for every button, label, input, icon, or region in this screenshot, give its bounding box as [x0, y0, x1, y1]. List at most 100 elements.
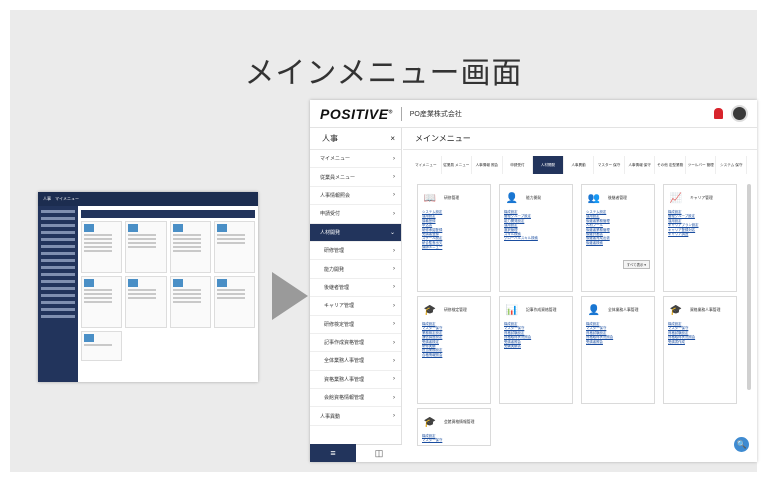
menu-card: 📖 研修管理 システム設定 運用設定 講義登録 申込書 研修承認登録 受講者登録 スケール設定統… [417, 184, 491, 292]
tab[interactable]: 申請受付 [503, 156, 534, 174]
tab[interactable]: その他 定型業務 [655, 156, 686, 174]
sidebar-item[interactable]: 全体業務人事管理 › [310, 352, 401, 371]
tab[interactable]: 人事情報 保守 [625, 156, 656, 174]
card-icon: 🎓 [669, 304, 683, 316]
card-icon: 🎓 [423, 304, 437, 316]
sidebar-item[interactable]: マイメニュー › [310, 150, 401, 169]
tab[interactable]: マイメニュー [411, 156, 442, 174]
sidebar-item[interactable]: 人事異動 › [310, 407, 401, 426]
chevron-icon: › [393, 339, 395, 346]
card-link[interactable]: グローバルスキル検索 [504, 236, 568, 240]
sidebar-item-label: 人事異動 [320, 413, 341, 420]
sidebar-item-label: キャリア管理 [324, 303, 355, 310]
card-link[interactable]: キャリア調査 [668, 232, 732, 236]
thumbnail-header-text: 人事 マイメニュー [43, 196, 79, 201]
tab[interactable]: 従業員 メニュー [442, 156, 473, 174]
menu-card: 🎓 資格業務人事管理 構成設定 マスター保守 資格試験設定 資格取得状況照会 受講書作成 [663, 296, 737, 404]
sidebar-item[interactable]: 申請受付 › [310, 205, 401, 224]
chevron-icon: › [393, 247, 395, 254]
sidebar-item[interactable]: 記事作成資格管理 › [310, 334, 401, 353]
sidebar-item-label: 能力開発 [324, 266, 345, 273]
menu-card: 👤 能力開発 構成設定 管理グループ設定 能力開発設定 運用設定 選択管理 スキル検索 グローバ… [499, 184, 573, 292]
card-title: 記事作成資格管理 [526, 307, 557, 312]
tab[interactable]: マスター 保守 [594, 156, 625, 174]
card-header: 🎓 会館資格情報管理 [422, 413, 486, 431]
card-header: 📊 記事作成資格管理 [504, 301, 568, 319]
card-link[interactable]: 受講者照会 [586, 340, 650, 344]
tab[interactable]: 人事情報 照会 [472, 156, 503, 174]
card-link[interactable]: 受講書作成 [668, 340, 732, 344]
sidebar-item-label: 従業員メニュー [320, 174, 356, 181]
app-header: POSITIVE® PO産業株式会社 [310, 100, 757, 128]
chevron-icon: › [393, 376, 395, 383]
tab[interactable]: ツールバー 管理 [686, 156, 717, 174]
chevron-icon: › [393, 321, 395, 328]
card-header: 🎓 研修検定管理 [422, 301, 486, 319]
chevron-icon: › [393, 192, 395, 199]
sidebar-item[interactable]: 後継者管理 › [310, 279, 401, 298]
sidebar-item[interactable]: 会館資格情報管理 › [310, 389, 401, 408]
sidebar-item-label: 後継者管理 [324, 284, 350, 291]
sidebar-item[interactable]: 研修管理 › [310, 242, 401, 261]
search-icon[interactable]: 🔍 [734, 437, 749, 452]
sidebar-item[interactable]: 人事情報照会 › [310, 187, 401, 206]
header-divider [400, 106, 402, 121]
card-link[interactable]: 後継者検索 [586, 241, 650, 245]
window-icon[interactable]: ◫ [356, 444, 402, 462]
sidebar-header: 人事 × [310, 128, 401, 150]
sidebar-item[interactable]: 資格業務人事管理 › [310, 371, 401, 390]
card-header: 👤 能力開発 [504, 189, 568, 207]
transition-arrow-icon [272, 272, 308, 320]
card-header: 🎓 資格業務人事管理 [668, 301, 732, 319]
menu-card: 🎓 会館資格情報管理 構成設定 マスター保守 [417, 408, 491, 446]
card-title: 後継者管理 [608, 195, 627, 200]
show-all-button[interactable]: すべて表示 ▾ [622, 260, 650, 269]
tab[interactable]: 人事異動 [564, 156, 595, 174]
sidebar-item-label: マイメニュー [320, 156, 351, 163]
close-icon[interactable]: × [390, 134, 395, 143]
card-title: 研修管理 [444, 195, 460, 200]
sidebar-item-label: 記事作成資格管理 [324, 340, 365, 347]
sidebar-item[interactable]: 従業員メニュー › [310, 168, 401, 187]
sidebar-item[interactable]: キャリア管理 › [310, 297, 401, 316]
card-link[interactable]: 受験実績書 [504, 344, 568, 348]
card-header: 📈 キャリア管理 [668, 189, 732, 207]
card-link[interactable]: 合格情報照会 [422, 353, 486, 357]
chevron-icon: › [393, 357, 395, 364]
thumbnail-screen: 人事 マイメニュー [38, 192, 258, 382]
chevron-icon: › [393, 413, 395, 420]
menu-card: 👥 後継者管理 システム設定 運用設定 後継者業務管理 人材プール 後継者業務管理 後継計画書… [581, 184, 655, 292]
card-title: キャリア管理 [690, 195, 713, 200]
chevron-icon: ⌄ [389, 229, 395, 236]
slide-title: メインメニュー画面 [244, 56, 523, 91]
bell-icon[interactable] [714, 108, 723, 119]
sidebar-item-label: 人事情報照会 [320, 192, 351, 199]
sidebar-item[interactable]: 研修検定管理 › [310, 316, 401, 334]
menu-card: 👤 全体業務人事管理 構成設定 マスター保守 資格試験設定 資格取得状況照会 受講者照会 [581, 296, 655, 404]
sidebar-item-label: 研修検定管理 [324, 321, 355, 328]
positive-logo[interactable]: POSITIVE® [320, 106, 393, 122]
card-icon: 👤 [587, 304, 601, 316]
sidebar-item[interactable]: 能力開発 › [310, 260, 401, 279]
card-header: 📖 研修管理 [422, 189, 486, 207]
sidebar-item-label: 会館資格情報管理 [324, 395, 365, 402]
card-header: 👤 全体業務人事管理 [586, 301, 650, 319]
company-name: PO産業株式会社 [409, 110, 462, 118]
card-icon: 🎓 [423, 416, 437, 428]
card-link[interactable]: マスター保守 [422, 438, 486, 442]
scrollbar[interactable] [747, 184, 751, 390]
sidebar-item-label: 申請受付 [320, 211, 341, 218]
chevron-icon: › [393, 284, 395, 291]
avatar[interactable] [731, 105, 748, 122]
card-link[interactable]: 講師メニュー [422, 245, 486, 249]
card-title: 会館資格情報管理 [444, 419, 475, 424]
tab[interactable]: システム 保守 [716, 156, 748, 174]
chevron-icon: › [393, 302, 395, 309]
tab[interactable]: 人材開発 [533, 156, 564, 174]
card-title: 能力開発 [526, 195, 542, 200]
card-icon: 📈 [669, 192, 683, 204]
card-title: 研修検定管理 [444, 307, 467, 312]
menu-card: 📊 記事作成資格管理 構成設定 マスター保守 資格試験設定 資格取得状況照会 受講者照会 受験… [499, 296, 573, 404]
sidebar-item[interactable]: 人材開発 ⌄ [310, 223, 401, 242]
menu-icon[interactable]: ≡ [310, 444, 356, 462]
